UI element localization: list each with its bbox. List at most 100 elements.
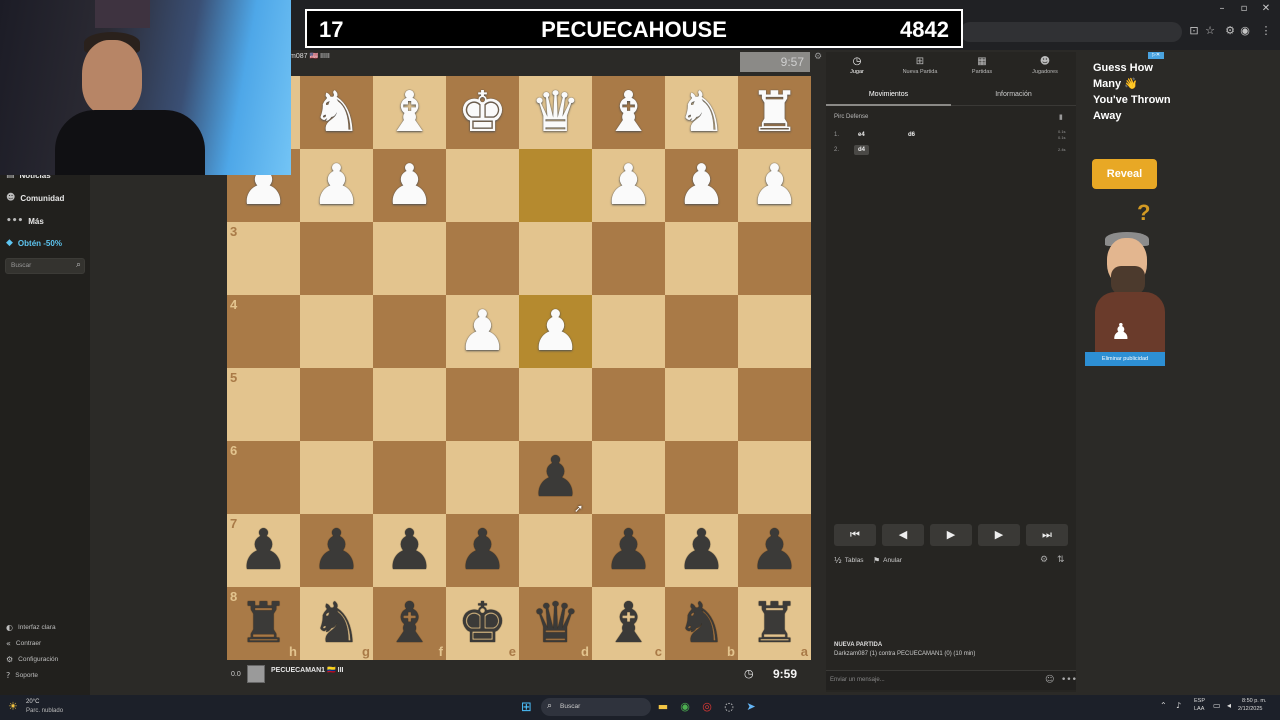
bottom-player-name[interactable]: PECUECAMAN1 🇨🇴 III xyxy=(271,666,344,674)
remove-ads-link[interactable]: Eliminar publicidad xyxy=(1085,352,1165,366)
board-square[interactable]: ♟ xyxy=(373,149,446,222)
extensions-icon[interactable]: ⚙ xyxy=(1222,24,1238,37)
board-square[interactable]: ♟ xyxy=(592,149,665,222)
chrome-icon[interactable]: ◉ xyxy=(677,700,693,713)
opera-icon[interactable]: ◎ xyxy=(699,700,715,713)
board-square[interactable]: ♟ xyxy=(738,514,811,587)
file-explorer-icon[interactable]: ▬ xyxy=(655,700,671,713)
install-icon[interactable]: ⊡ xyxy=(1186,24,1202,37)
bookmark-star-icon[interactable]: ☆ xyxy=(1202,24,1218,37)
tray-chevron-icon[interactable]: ⌃ xyxy=(1160,701,1167,710)
network-icon[interactable]: ▭ xyxy=(1213,701,1221,710)
board-settings-icon[interactable]: ⚙ xyxy=(814,52,822,62)
windows-start-icon[interactable]: ⊞ xyxy=(521,700,532,715)
board-square[interactable]: f ♝ xyxy=(373,587,446,660)
sidebar-item-discount[interactable]: ◆ Obtén -50% xyxy=(6,238,62,248)
sidebar-settings[interactable]: ⚙ Configuración xyxy=(6,655,58,664)
board-square[interactable]: ♞ xyxy=(300,76,373,149)
board-square[interactable]: 3 xyxy=(227,222,300,295)
board-square[interactable]: ♝ xyxy=(592,76,665,149)
white-pawn-icon[interactable]: ♟ xyxy=(373,149,446,222)
board-square[interactable]: 5 xyxy=(227,368,300,441)
tab-new-game[interactable]: ⊞ Nueva Partida xyxy=(889,56,951,75)
steam-icon[interactable]: ➤ xyxy=(743,700,759,713)
sidebar-item-more[interactable]: ••• Más xyxy=(6,216,44,226)
abort-button[interactable]: ⚑ Anular xyxy=(873,556,902,565)
board-square[interactable]: ♚ xyxy=(446,76,519,149)
board-square[interactable] xyxy=(738,441,811,514)
maximize-icon[interactable]: ▫ xyxy=(1234,3,1254,14)
board-square[interactable] xyxy=(300,368,373,441)
board-square[interactable]: ♟ xyxy=(592,514,665,587)
black-rook-icon[interactable]: ♜ xyxy=(227,587,300,660)
clock-date[interactable]: 2/12/2025 xyxy=(1238,706,1262,712)
board-square[interactable] xyxy=(665,441,738,514)
ad-choices-badge[interactable]: ▷✕ xyxy=(1148,52,1164,59)
board-square[interactable]: ♟ xyxy=(446,295,519,368)
black-pawn-icon[interactable]: ♟ xyxy=(446,514,519,587)
board-square[interactable] xyxy=(446,368,519,441)
black-king-icon[interactable]: ♚ xyxy=(446,587,519,660)
next-move-button[interactable]: ▶ xyxy=(978,524,1020,546)
board-square[interactable] xyxy=(300,441,373,514)
board-square[interactable]: ♞ xyxy=(665,76,738,149)
white-pawn-icon[interactable]: ♟ xyxy=(519,295,592,368)
mic-icon[interactable]: ♪ xyxy=(1176,701,1181,710)
board-square[interactable]: ♟ xyxy=(446,514,519,587)
profile-icon[interactable]: ◉ xyxy=(1237,24,1253,37)
black-pawn-icon[interactable]: ♟ xyxy=(592,514,665,587)
tab-players[interactable]: ☻ Jugadores xyxy=(1014,56,1076,75)
board-square[interactable] xyxy=(373,295,446,368)
white-pawn-icon[interactable]: ♟ xyxy=(446,295,519,368)
board-square[interactable]: ♝ xyxy=(373,76,446,149)
white-queen-icon[interactable]: ♛ xyxy=(519,76,592,149)
board-square[interactable]: ♟ xyxy=(665,514,738,587)
board-square[interactable]: c ♝ xyxy=(592,587,665,660)
white-pawn-icon[interactable]: ♟ xyxy=(592,149,665,222)
close-icon[interactable]: ✕ xyxy=(1256,3,1276,14)
flip-board-icon[interactable]: ⇅ xyxy=(1057,555,1065,565)
subtab-moves[interactable]: Movimientos xyxy=(826,91,951,98)
taskbar-search[interactable]: ⌕ Buscar xyxy=(541,698,651,716)
white-bishop-icon[interactable]: ♝ xyxy=(592,76,665,149)
sidebar-light-mode[interactable]: ◐ Interfaz clara xyxy=(6,623,56,632)
ad-reveal-button[interactable]: Reveal xyxy=(1092,159,1157,189)
board-square[interactable] xyxy=(738,368,811,441)
board-square[interactable] xyxy=(738,222,811,295)
move-white[interactable]: e4 xyxy=(854,130,869,140)
board-square[interactable] xyxy=(373,222,446,295)
board-square[interactable]: ♛ xyxy=(519,76,592,149)
white-bishop-icon[interactable]: ♝ xyxy=(373,76,446,149)
sidebar-support[interactable]: ? Soporte xyxy=(6,671,38,680)
board-square[interactable]: ♟ xyxy=(519,295,592,368)
board-square[interactable]: ♜ xyxy=(738,76,811,149)
white-knight-icon[interactable]: ♞ xyxy=(300,76,373,149)
board-square[interactable]: b ♞ xyxy=(665,587,738,660)
board-square[interactable] xyxy=(446,149,519,222)
tab-play[interactable]: ◷ Jugar xyxy=(826,56,888,75)
white-rook-icon[interactable]: ♜ xyxy=(738,76,811,149)
board-square[interactable] xyxy=(446,222,519,295)
ad-headline[interactable]: Guess How Many 👋 You've Thrown Away xyxy=(1093,60,1173,124)
sidebar-item-community[interactable]: ☻ Comunidad xyxy=(6,193,64,203)
board-square[interactable] xyxy=(738,295,811,368)
last-move-button[interactable]: ⏭ xyxy=(1026,524,1068,546)
move-white-current[interactable]: d4 xyxy=(854,145,870,155)
black-pawn-icon[interactable]: ♟ xyxy=(738,514,811,587)
black-queen-icon[interactable]: ♛ xyxy=(519,587,592,660)
board-square[interactable]: ♟ xyxy=(373,514,446,587)
board-square[interactable] xyxy=(592,368,665,441)
white-pawn-icon[interactable]: ♟ xyxy=(738,149,811,222)
white-pawn-icon[interactable]: ♟ xyxy=(665,149,738,222)
board-square[interactable] xyxy=(665,368,738,441)
board-square[interactable] xyxy=(519,368,592,441)
board-square[interactable] xyxy=(373,368,446,441)
draw-button[interactable]: ½ Tablas xyxy=(834,556,864,565)
board-square[interactable]: a ♜ xyxy=(738,587,811,660)
board-square[interactable] xyxy=(592,295,665,368)
ad-illustration[interactable]: ? ♟ xyxy=(1085,200,1165,352)
board-square[interactable]: 4 xyxy=(227,295,300,368)
previous-move-button[interactable]: ◀ xyxy=(882,524,924,546)
chess-board[interactable]: 1♜♞♝♚♛♝♞♜2♟♟♟♟♟♟34♟♟56♟7♟♟♟♟♟♟♟8h♜g♞f♝e♚… xyxy=(227,76,811,660)
tab-games[interactable]: ▦ Partidas xyxy=(951,56,1013,75)
